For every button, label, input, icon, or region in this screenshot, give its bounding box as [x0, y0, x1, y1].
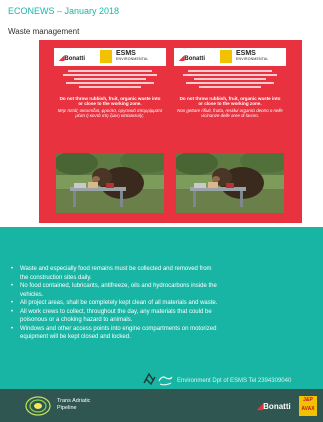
- poster-logos: ◢Bonatti ESMS ENVIRONMENTAL: [174, 48, 286, 66]
- jp-avax-logo: [220, 50, 232, 63]
- poster-warning-local: Μην πετάς σκουπίδια, φρούτα, οργανικά απ…: [57, 107, 163, 119]
- bonatti-logo: ◢Bonatti: [179, 55, 206, 62]
- warning-poster: ◢Bonatti ESMS ENVIRONMENTAL Do not throw …: [39, 40, 302, 223]
- guideline-line: All work crews to collect, throughout th…: [11, 308, 323, 317]
- footer-bar: Trans Adriatic Pipeline ◢Bonatti J&P AVA…: [0, 389, 323, 422]
- guideline-line: equipment will be kept closed and locked…: [20, 334, 131, 340]
- bonatti-logo: ◢Bonatti: [59, 55, 86, 62]
- bear-photo: [56, 153, 164, 213]
- guideline-line: Windows and other access points into eng…: [11, 325, 323, 334]
- poster-warning-en: Do not throw rubbish, fruit, organic was…: [59, 96, 161, 107]
- esms-logo: ESMS ENVIRONMENTAL: [116, 50, 149, 61]
- poster-fine-print: [54, 66, 166, 96]
- guidelines-section: Waste and especially food remains must b…: [0, 227, 323, 389]
- guidelines-list: Waste and especially food remains must b…: [10, 265, 323, 342]
- poster-fine-print: [174, 66, 286, 96]
- poster-warning-local: Non gettare rifiuti, frutta, residui org…: [177, 107, 283, 119]
- poster-warning-en: Do not throw rubbish, fruit, organic was…: [179, 96, 281, 107]
- poster-panel-italian: ◢Bonatti ESMS ENVIRONMENTAL Do not throw …: [174, 48, 286, 215]
- esms-logo: ESMS ENVIRONMENTAL: [236, 50, 269, 61]
- guideline-line: Waste and especially food remains must b…: [11, 265, 323, 274]
- poster-logos: ◢Bonatti ESMS ENVIRONMENTAL: [54, 48, 166, 66]
- tap-logo-icon: [25, 396, 51, 421]
- environment-contact: Environment Dpt of ESMS Tel 2394309040: [177, 378, 292, 384]
- poster-panel-greek: ◢Bonatti ESMS ENVIRONMENTAL Do not throw …: [54, 48, 166, 215]
- guideline-line: the construction sites daily.: [20, 274, 92, 281]
- footer-bonatti-logo: ◢Bonatti: [257, 402, 291, 411]
- newsletter-title: ECONEWS – January 2018: [8, 6, 120, 16]
- bear-photo: [176, 153, 284, 213]
- section-subtitle: Waste management: [8, 27, 80, 36]
- guideline-line: vehicles.: [20, 291, 44, 298]
- guideline-line: poisonous or a choking hazard to animals…: [20, 317, 133, 323]
- footer-jp-avax-logo: J&P AVAX: [299, 396, 317, 416]
- guideline-line: No food contained, lubricants, antifreez…: [11, 282, 323, 291]
- jp-avax-logo: [100, 50, 112, 63]
- tap-logo-text: Trans Adriatic Pipeline: [57, 398, 91, 411]
- guideline-line: All project areas, shall be completely k…: [11, 299, 323, 308]
